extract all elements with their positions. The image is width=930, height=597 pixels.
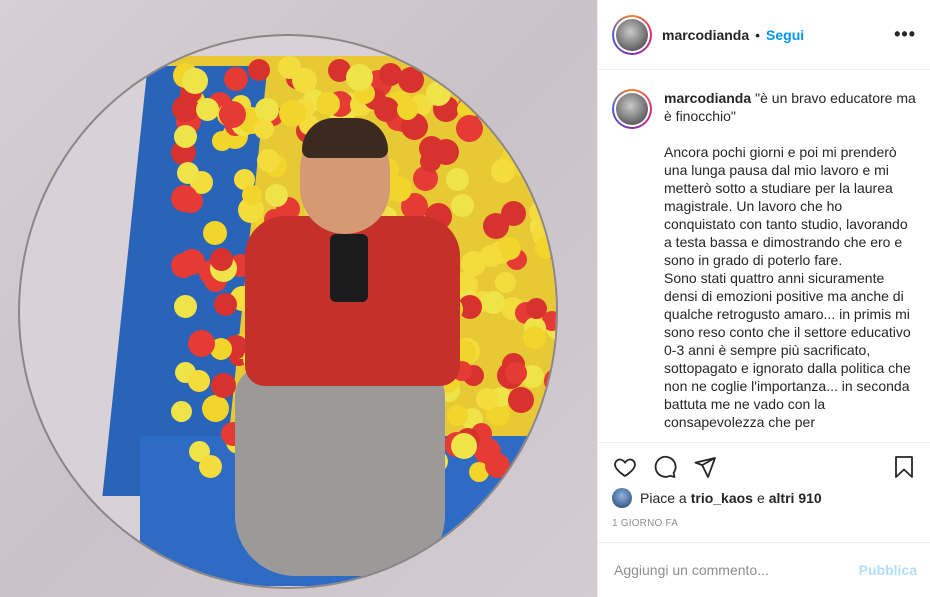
ball — [170, 185, 198, 213]
ball — [257, 148, 281, 172]
photo-porthole-frame — [18, 34, 558, 589]
ball — [316, 91, 340, 116]
ball — [490, 159, 515, 184]
add-comment-bar: Pubblica — [598, 542, 930, 597]
ball — [526, 92, 552, 118]
person-pants — [235, 366, 445, 576]
ball — [485, 452, 511, 478]
ball — [248, 58, 271, 81]
caption-avatar[interactable] — [612, 89, 652, 129]
paper-plane-icon — [694, 456, 716, 478]
ball — [198, 454, 222, 478]
ball — [264, 183, 288, 207]
ball — [195, 97, 219, 121]
ball — [522, 326, 546, 350]
ball — [513, 451, 538, 476]
ball — [187, 329, 215, 357]
ball — [504, 362, 527, 385]
comment-input[interactable] — [614, 562, 859, 578]
caption-body: marcodianda "è un bravo educatore ma è fi… — [664, 89, 917, 431]
ball — [345, 64, 373, 92]
ball — [481, 290, 505, 314]
ball — [242, 184, 263, 205]
caption-text: Ancora pochi giorni e poi mi prenderò un… — [664, 144, 911, 430]
ball — [418, 135, 444, 161]
publish-button[interactable]: Pubblica — [859, 562, 917, 578]
author-username[interactable]: marcodianda — [662, 27, 749, 43]
ball — [209, 247, 233, 271]
comments-panel[interactable]: marcodianda "è un bravo educatore ma è fi… — [598, 71, 930, 442]
likes-connector: e — [756, 490, 765, 506]
separator-dot: • — [755, 26, 761, 43]
action-bar — [598, 442, 930, 490]
likes-others-link[interactable]: altri 910 — [769, 490, 822, 506]
liker-username[interactable]: trio_kaos — [691, 490, 753, 506]
liker-avatar[interactable] — [612, 488, 632, 508]
follow-button[interactable]: Segui — [766, 27, 804, 43]
like-button[interactable] — [612, 454, 638, 480]
post-header: marcodianda • Segui ••• — [598, 0, 930, 70]
ball — [526, 297, 548, 319]
ball — [507, 386, 534, 413]
caption: marcodianda "è un bravo educatore ma è fi… — [612, 89, 917, 431]
ball — [504, 89, 525, 110]
post-photo[interactable] — [0, 0, 597, 597]
author-avatar[interactable] — [612, 14, 652, 55]
post-sidebar: marcodianda • Segui ••• marcodianda "è un… — [597, 0, 930, 597]
heart-icon — [614, 458, 636, 477]
ball — [254, 97, 279, 122]
ball — [446, 404, 468, 426]
ball — [456, 114, 484, 142]
caption-username[interactable]: marcodianda — [664, 90, 751, 106]
share-button[interactable] — [692, 454, 718, 480]
ball — [482, 212, 509, 239]
ball — [171, 252, 197, 278]
ball — [426, 80, 452, 106]
ball — [524, 69, 550, 95]
avatar-image — [616, 18, 648, 51]
ball — [219, 100, 247, 128]
ball — [291, 67, 317, 93]
post-timestamp[interactable]: 1 GIORNO FA — [612, 518, 678, 529]
ball — [213, 293, 237, 317]
ball — [173, 125, 197, 149]
likes-summary: Piace a trio_kaos e altri 910 — [612, 488, 826, 508]
comment-button[interactable] — [652, 454, 678, 480]
likes-prefix: Piace a — [640, 490, 687, 506]
bookmark-icon — [895, 455, 913, 478]
comment-icon — [654, 455, 677, 478]
avatar-image — [616, 93, 648, 125]
ball — [476, 387, 499, 410]
ball — [373, 96, 399, 122]
person-hair — [302, 118, 388, 158]
ball — [450, 433, 477, 460]
person-phone — [330, 234, 368, 302]
ball — [201, 394, 229, 422]
ball — [211, 130, 232, 151]
ball — [254, 118, 275, 139]
ball — [460, 250, 486, 276]
ball — [224, 66, 249, 91]
more-options-icon[interactable]: ••• — [894, 24, 916, 45]
ball — [445, 168, 469, 192]
save-button[interactable] — [891, 454, 917, 480]
ball — [187, 370, 210, 393]
ball — [278, 100, 306, 128]
